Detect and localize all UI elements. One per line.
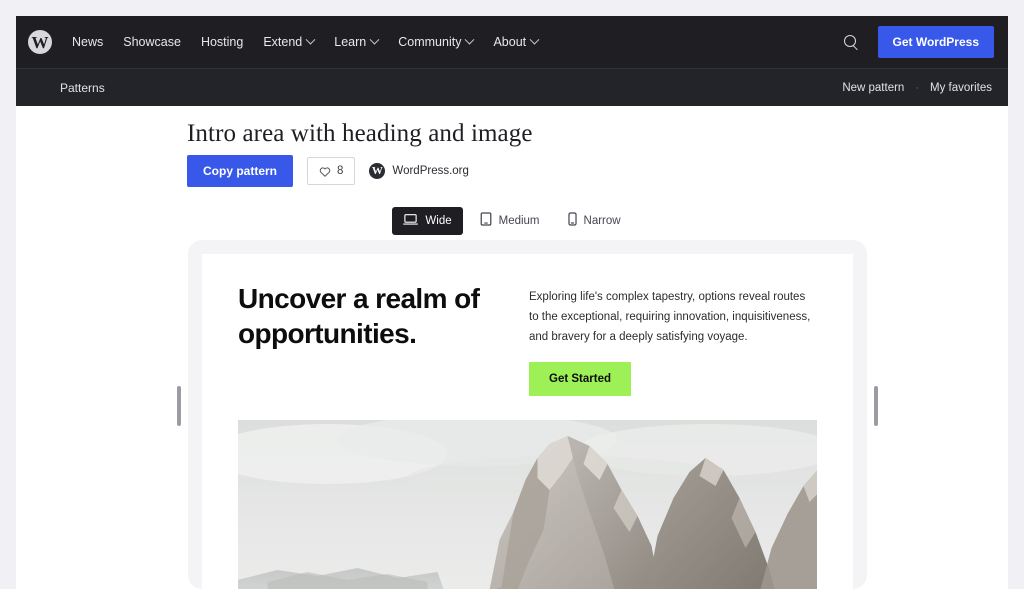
preview-intro-right: Exploring life's complex tapestry, optio… [529, 281, 817, 397]
pattern-preview: Uncover a realm of opportunities. Explor… [174, 240, 881, 589]
nav-item-community[interactable]: Community [398, 34, 475, 49]
nav-item-showcase[interactable]: Showcase [123, 35, 181, 49]
primary-navigation: W News Showcase Hosting Extend Learn Com… [16, 16, 1008, 68]
preview-canvas: Uncover a realm of opportunities. Explor… [202, 254, 853, 589]
nav-item-label: Hosting [200, 35, 244, 49]
preview-paragraph: Exploring life's complex tapestry, optio… [529, 291, 811, 343]
tablet-icon [480, 212, 492, 229]
pattern-author[interactable]: W WordPress.org [369, 163, 469, 179]
wordpress-logo-icon[interactable]: W [28, 30, 52, 54]
viewport-size-switcher: Wide Medium Narrow [16, 206, 1008, 235]
avatar: W [369, 163, 386, 179]
chevron-down-icon [529, 34, 540, 45]
phone-icon [567, 212, 577, 229]
breadcrumb-patterns[interactable]: Patterns [60, 81, 105, 95]
search-icon[interactable] [843, 34, 860, 51]
chevron-down-icon [305, 34, 316, 45]
author-name: WordPress.org [392, 165, 469, 177]
new-pattern-link[interactable]: New pattern [842, 82, 904, 94]
viewport-option-wide[interactable]: Wide [392, 206, 463, 235]
viewport-option-label: Wide [425, 214, 452, 227]
favorite-button[interactable]: 8 [307, 157, 356, 185]
resize-handle-left[interactable] [177, 386, 181, 426]
heart-icon [319, 166, 331, 177]
chevron-down-icon [465, 34, 475, 45]
nav-item-label: Community [398, 35, 462, 49]
nav-item-label: News [72, 35, 104, 49]
secondary-navigation: Patterns New pattern · My favorites [16, 68, 1008, 106]
preview-mountain-image [238, 420, 817, 589]
page-surface: W News Showcase Hosting Extend Learn Com… [16, 16, 1008, 589]
primary-nav-links: News Showcase Hosting Extend Learn Commu… [72, 34, 540, 49]
chevron-down-icon [369, 34, 380, 45]
nav-item-news[interactable]: News [72, 35, 103, 49]
nav-item-label: Extend [263, 35, 303, 49]
main-content: Intro area with heading and image Copy p… [16, 106, 1008, 589]
my-favorites-link[interactable]: My favorites [930, 82, 992, 94]
pattern-actions: Copy pattern 8 W WordPress.org [187, 155, 469, 187]
preview-intro-section: Uncover a realm of opportunities. Explor… [202, 254, 853, 397]
nav-item-label: Showcase [123, 35, 181, 49]
get-started-button[interactable]: Get Started [529, 362, 631, 397]
viewport-option-narrow[interactable]: Narrow [557, 206, 632, 235]
nav-item-hosting[interactable]: Hosting [201, 35, 243, 49]
nav-item-label: About [493, 35, 527, 49]
page-title: Intro area with heading and image [187, 120, 533, 147]
primary-nav-actions: Get WordPress [843, 26, 994, 58]
viewport-option-label: Narrow [583, 214, 621, 227]
favorite-count: 8 [337, 165, 344, 177]
nav-item-learn[interactable]: Learn [334, 34, 380, 49]
copy-pattern-button[interactable]: Copy pattern [187, 155, 294, 187]
nav-item-about[interactable]: About [493, 34, 540, 49]
secondary-nav-actions: New pattern · My favorites [842, 82, 992, 94]
nav-separator: · [915, 81, 919, 94]
nav-item-extend[interactable]: Extend [263, 34, 316, 49]
laptop-icon [403, 213, 419, 229]
viewport-option-medium[interactable]: Medium [469, 206, 551, 235]
resize-handle-right[interactable] [874, 386, 878, 426]
get-wordpress-button[interactable]: Get WordPress [877, 26, 994, 58]
preview-frame: Uncover a realm of opportunities. Explor… [188, 240, 867, 589]
viewport-option-label: Medium [498, 214, 540, 227]
nav-item-label: Learn [334, 35, 367, 49]
preview-heading: Uncover a realm of opportunities. [238, 283, 480, 349]
